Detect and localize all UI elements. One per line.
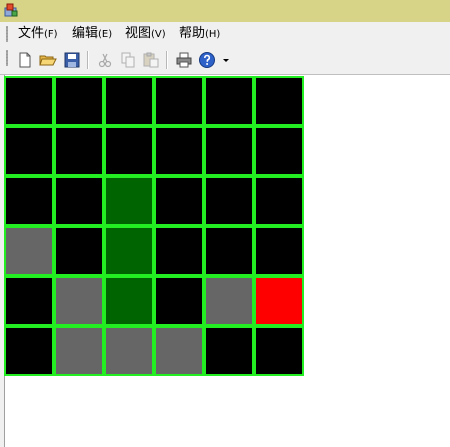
board-cell-black[interactable]: [254, 176, 304, 226]
print-icon[interactable]: [175, 51, 193, 69]
menu-help-label: 帮助: [179, 26, 206, 41]
board-cell-black[interactable]: [204, 176, 254, 226]
board-cell-black[interactable]: [154, 176, 204, 226]
menu-view-accel: (V): [151, 29, 166, 40]
menu-help[interactable]: 帮助(H): [179, 25, 220, 43]
menu-file-label: 文件: [18, 26, 45, 41]
board-cell-black[interactable]: [154, 126, 204, 176]
menu-view[interactable]: 视图(V): [125, 25, 166, 43]
board-cell-black[interactable]: [54, 126, 104, 176]
board-cell-black[interactable]: [154, 276, 204, 326]
menu-edit[interactable]: 编辑(E): [72, 25, 112, 43]
game-board[interactable]: [4, 76, 304, 376]
app-icon[interactable]: [3, 2, 19, 18]
menu-bar: 文件(F) 编辑(E) 视图(V) 帮助(H): [0, 22, 450, 46]
title-bar: [0, 0, 450, 22]
menu-edit-accel: (E): [98, 29, 113, 40]
board-cell-black[interactable]: [154, 226, 204, 276]
cut-icon[interactable]: [96, 51, 114, 69]
toolbar: [0, 46, 450, 75]
menu-file-accel: (F): [44, 29, 58, 40]
board-cell-gray[interactable]: [104, 326, 154, 376]
save-icon[interactable]: [63, 51, 81, 69]
board-cell-gray[interactable]: [4, 226, 54, 276]
board-cell-black[interactable]: [104, 76, 154, 126]
board-cell-gray[interactable]: [154, 326, 204, 376]
board-cell-black[interactable]: [54, 176, 104, 226]
board-cell-gray[interactable]: [54, 326, 104, 376]
board-cell-gray[interactable]: [204, 276, 254, 326]
board-cell-black[interactable]: [254, 76, 304, 126]
board-cell-black[interactable]: [54, 226, 104, 276]
new-file-icon[interactable]: [16, 51, 34, 69]
board-cell-black[interactable]: [4, 76, 54, 126]
menu-view-label: 视图: [125, 26, 152, 41]
board-cell-gray[interactable]: [54, 276, 104, 326]
board-cell-green[interactable]: [104, 276, 154, 326]
board-cell-black[interactable]: [204, 226, 254, 276]
board-cell-green[interactable]: [104, 226, 154, 276]
board-cell-black[interactable]: [204, 76, 254, 126]
menu-file[interactable]: 文件(F): [18, 25, 58, 43]
board-cell-red[interactable]: [254, 276, 304, 326]
board-cell-green[interactable]: [104, 176, 154, 226]
copy-icon[interactable]: [119, 51, 137, 69]
toolbar-grip[interactable]: [6, 50, 8, 66]
board-cell-black[interactable]: [254, 326, 304, 376]
board-cell-black[interactable]: [4, 326, 54, 376]
board-cell-black[interactable]: [254, 226, 304, 276]
toolbar-separator: [87, 51, 88, 69]
open-folder-icon[interactable]: [39, 51, 57, 69]
board-cell-black[interactable]: [254, 126, 304, 176]
board-cell-black[interactable]: [204, 326, 254, 376]
menu-help-accel: (H): [205, 29, 221, 40]
board-cell-black[interactable]: [4, 176, 54, 226]
board-cell-black[interactable]: [104, 126, 154, 176]
board-cell-black[interactable]: [4, 126, 54, 176]
board-cell-black[interactable]: [154, 76, 204, 126]
board-cell-black[interactable]: [54, 76, 104, 126]
toolbar-separator: [166, 51, 167, 69]
toolbar-overflow-chevron-down-icon[interactable]: [223, 59, 229, 62]
board-cell-black[interactable]: [204, 126, 254, 176]
board-cell-black[interactable]: [4, 276, 54, 326]
help-icon[interactable]: [198, 51, 216, 69]
menu-edit-label: 编辑: [72, 26, 99, 41]
paste-icon[interactable]: [142, 51, 160, 69]
menu-grip[interactable]: [6, 26, 8, 42]
